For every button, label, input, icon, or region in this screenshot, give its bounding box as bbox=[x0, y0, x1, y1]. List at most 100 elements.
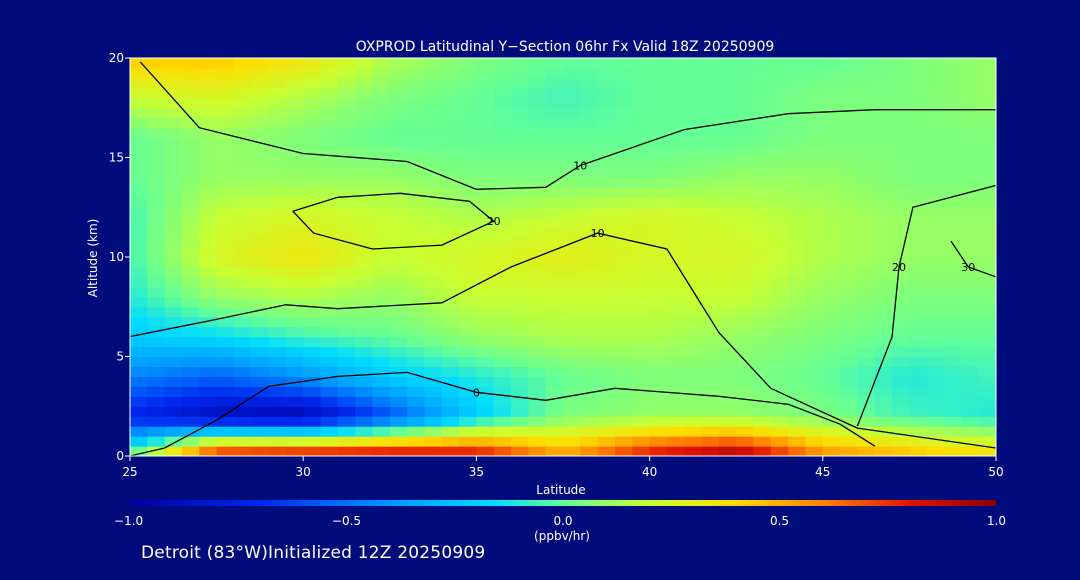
heatmap-cell bbox=[303, 266, 322, 278]
heatmap-cell bbox=[545, 67, 564, 79]
heatmap-cell bbox=[233, 436, 252, 447]
heatmap-cell bbox=[684, 87, 703, 99]
heatmap-cell bbox=[597, 177, 616, 188]
heatmap-cell bbox=[216, 137, 235, 149]
heatmap-cell bbox=[666, 346, 685, 358]
heatmap-cell bbox=[130, 426, 148, 437]
heatmap-cell bbox=[320, 296, 339, 308]
heatmap-cell bbox=[580, 436, 599, 447]
heatmap-cell bbox=[961, 207, 980, 218]
heatmap-cell bbox=[822, 366, 841, 377]
heatmap-cell bbox=[614, 187, 633, 198]
heatmap-cell bbox=[233, 237, 252, 248]
heatmap-cell bbox=[632, 167, 651, 178]
heatmap-cell bbox=[389, 446, 408, 456]
heatmap-cell bbox=[649, 197, 668, 208]
heatmap-cell bbox=[926, 396, 945, 407]
heatmap-cell bbox=[666, 386, 685, 397]
heatmap-cell bbox=[493, 237, 512, 248]
heatmap-cell bbox=[563, 436, 581, 447]
heatmap-cell bbox=[181, 137, 200, 149]
heatmap-cell bbox=[926, 247, 945, 258]
heatmap-cell bbox=[684, 406, 703, 417]
heatmap-cell bbox=[320, 426, 339, 437]
heatmap-cell bbox=[441, 77, 460, 89]
heatmap-cell bbox=[944, 227, 962, 238]
heatmap-cell bbox=[822, 376, 841, 387]
heatmap-cell bbox=[459, 446, 477, 456]
heatmap-cell bbox=[164, 227, 183, 238]
heatmap-cell bbox=[181, 257, 200, 268]
heatmap-cell bbox=[649, 446, 668, 456]
heatmap-cell bbox=[563, 97, 581, 109]
heatmap-cell bbox=[753, 306, 772, 318]
heatmap-cell bbox=[424, 177, 443, 188]
heatmap-cell bbox=[389, 286, 408, 298]
heatmap-cell bbox=[944, 406, 962, 417]
heatmap-cell bbox=[268, 77, 287, 89]
heatmap-cell bbox=[944, 117, 962, 129]
heatmap-cell bbox=[580, 286, 599, 298]
heatmap-cell bbox=[285, 406, 304, 417]
heatmap-cell bbox=[355, 107, 374, 119]
heatmap-cell bbox=[355, 67, 374, 79]
heatmap-cell bbox=[597, 366, 616, 377]
heatmap-cell bbox=[303, 446, 322, 456]
heatmap-cell bbox=[130, 306, 148, 318]
heatmap-cell bbox=[424, 77, 443, 89]
heatmap-cell bbox=[892, 58, 910, 69]
heatmap-cell bbox=[424, 396, 443, 407]
heatmap-cell bbox=[840, 276, 859, 288]
heatmap-cell bbox=[424, 87, 443, 99]
heatmap-cell bbox=[788, 87, 807, 99]
heatmap-cell bbox=[493, 257, 512, 268]
heatmap-cell bbox=[285, 356, 304, 368]
heatmap-cell bbox=[251, 117, 270, 129]
heatmap-cell bbox=[563, 356, 581, 368]
heatmap-cell bbox=[441, 436, 460, 447]
heatmap-cell bbox=[892, 346, 910, 358]
heatmap-cell bbox=[130, 346, 148, 358]
heatmap-cell bbox=[666, 316, 685, 328]
heatmap-cell bbox=[926, 137, 945, 149]
heatmap-cell bbox=[944, 376, 962, 387]
heatmap-cell bbox=[268, 117, 287, 129]
heatmap-cell bbox=[961, 177, 980, 188]
heatmap-cell bbox=[840, 127, 859, 139]
heatmap-cell bbox=[857, 446, 876, 456]
heatmap-cell bbox=[649, 276, 668, 288]
heatmap-cell bbox=[632, 157, 651, 169]
heatmap-cell bbox=[441, 356, 460, 368]
heatmap-cell bbox=[840, 286, 859, 298]
heatmap-cell bbox=[528, 326, 547, 338]
heatmap-cell bbox=[493, 67, 512, 79]
heatmap-cell bbox=[303, 58, 322, 69]
heatmap-cell bbox=[718, 217, 737, 228]
heatmap-cell bbox=[944, 167, 962, 178]
heatmap-cell bbox=[770, 77, 789, 89]
heatmap-cell bbox=[181, 396, 200, 407]
heatmap-cell bbox=[285, 346, 304, 358]
heatmap-cell bbox=[563, 217, 581, 228]
heatmap-cell bbox=[822, 356, 841, 368]
x-tick-label: 40 bbox=[642, 465, 657, 479]
heatmap-cell bbox=[857, 227, 876, 238]
heatmap-cell bbox=[130, 167, 148, 178]
heatmap-cell bbox=[285, 386, 304, 397]
heatmap-cell bbox=[545, 276, 564, 288]
heatmap-cell bbox=[770, 107, 789, 119]
heatmap-cell bbox=[770, 396, 789, 407]
heatmap-cell bbox=[614, 296, 633, 308]
heatmap-cell bbox=[822, 147, 841, 159]
heatmap-cell bbox=[285, 286, 304, 298]
heatmap-cell bbox=[597, 137, 616, 149]
heatmap-cell bbox=[233, 396, 252, 407]
heatmap-cell bbox=[285, 127, 304, 139]
heatmap-cell bbox=[528, 77, 547, 89]
heatmap-cell bbox=[926, 416, 945, 427]
heatmap-cell bbox=[961, 296, 980, 308]
heatmap-cell bbox=[597, 276, 616, 288]
heatmap-cell bbox=[857, 346, 876, 358]
heatmap-cell bbox=[770, 58, 789, 69]
heatmap-cell bbox=[493, 58, 512, 69]
